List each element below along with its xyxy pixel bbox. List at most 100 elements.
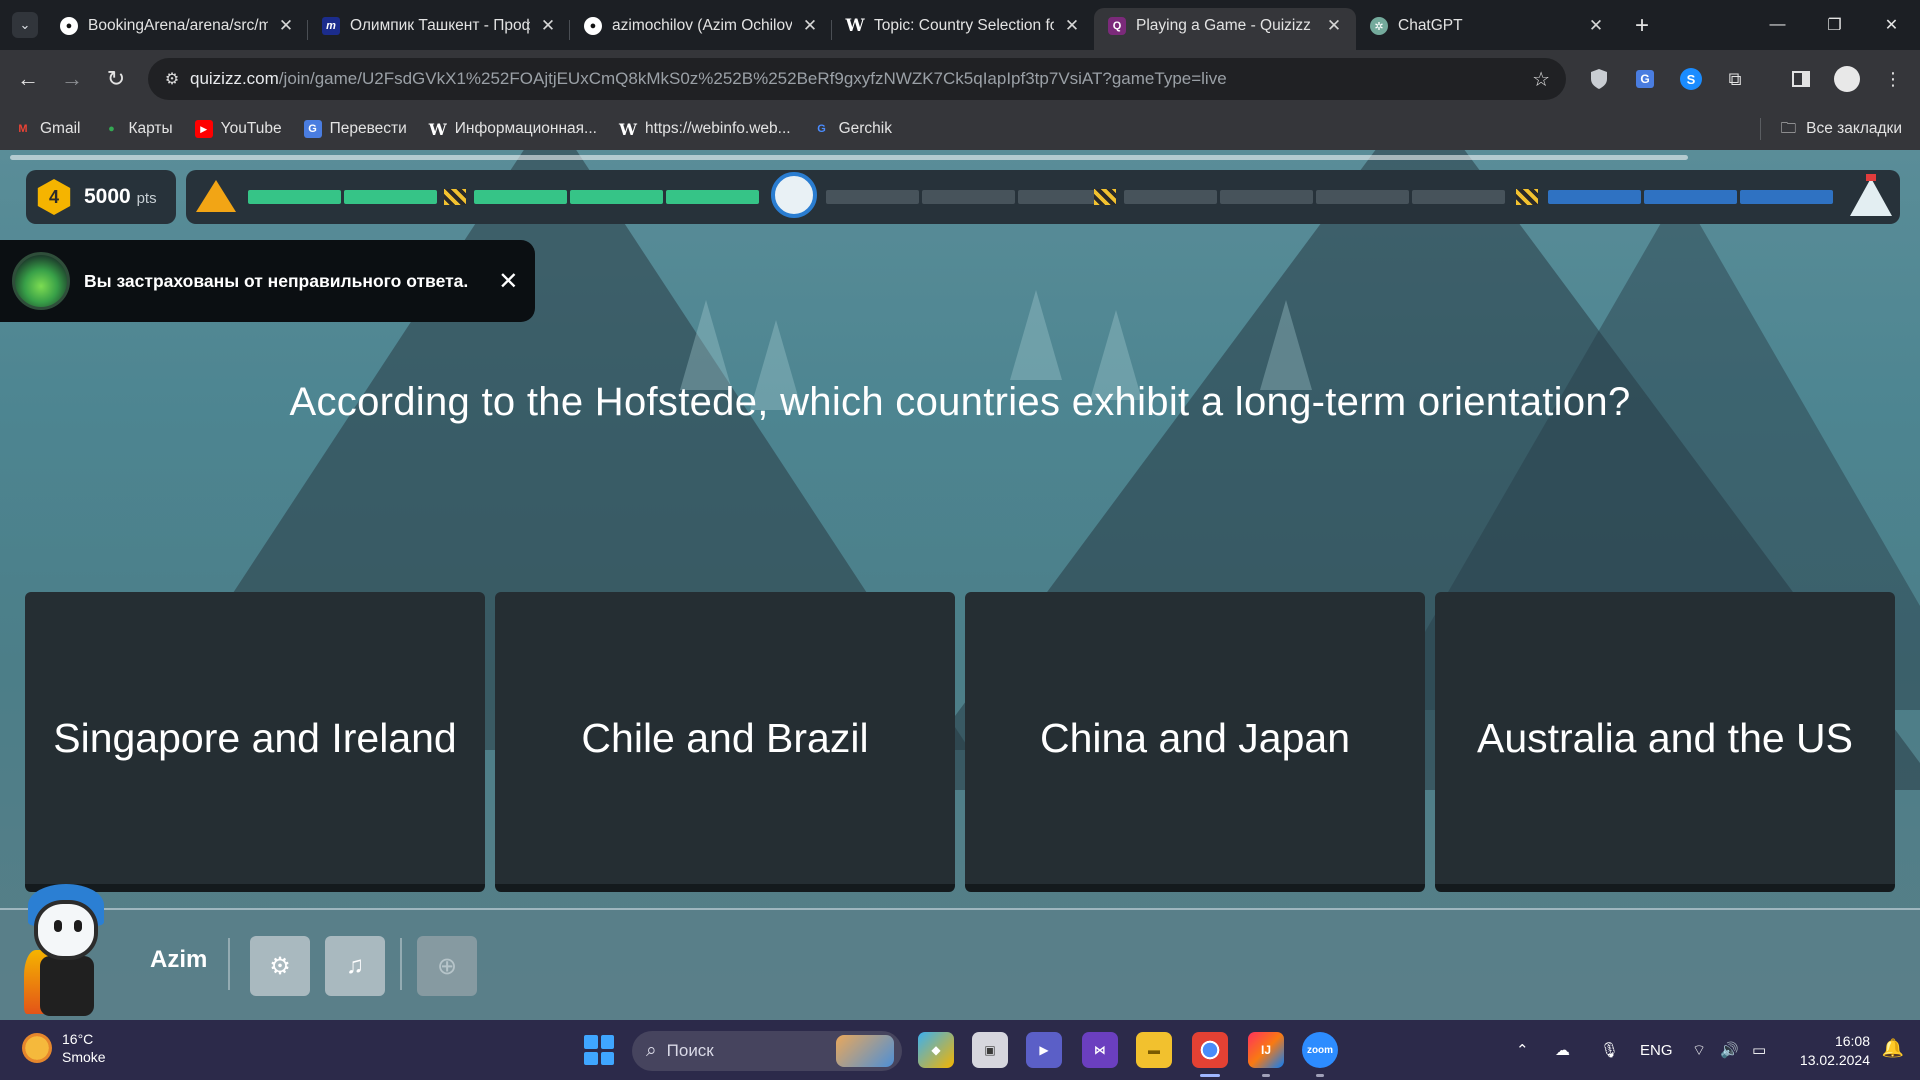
notification-bell-icon[interactable]: 🔔 xyxy=(1882,1038,1904,1059)
tab-title: BookingArena/arena/src/m xyxy=(88,17,268,34)
file-explorer-icon[interactable]: ▬ xyxy=(1136,1032,1172,1068)
progress-segment xyxy=(1412,190,1505,204)
close-icon[interactable]: ✕ xyxy=(1588,16,1604,36)
potion-icon xyxy=(12,252,70,310)
volume-icon[interactable]: 🔊 xyxy=(1720,1020,1739,1080)
streak-badge: 4 xyxy=(37,179,71,215)
weather-sun-icon xyxy=(22,1033,52,1063)
browser-toolbar: ← → ↻ ⚙ quizizz.com/join/game/U2FsdGVkX1… xyxy=(0,50,1920,108)
translate-extension-icon[interactable]: G xyxy=(1624,58,1666,100)
teams-icon[interactable]: ▶ xyxy=(1026,1032,1062,1068)
tree-shape xyxy=(680,300,732,390)
reload-icon: ↻ xyxy=(106,66,126,91)
copilot-icon[interactable]: ◆ xyxy=(918,1032,954,1068)
progress-segment xyxy=(248,190,341,204)
game-page: 4 5000 pts Вы застрахованы от неправильн… xyxy=(0,150,1920,1020)
tray-overflow-icon[interactable]: ⌃ xyxy=(1516,1020,1529,1080)
menu-kebab-icon[interactable]: ⋮ xyxy=(1872,58,1914,100)
answer-options: Singapore and Ireland Chile and Brazil C… xyxy=(25,592,1895,892)
bookmarks-bar: M Gmail ● Карты ▶ YouTube G Перевести W Инфор… xyxy=(0,108,1920,150)
answer-option-2[interactable]: Chile and Brazil xyxy=(495,592,955,892)
game-footer: Azim ⚙ ♫ ⊕ xyxy=(0,884,1920,1020)
reload-button[interactable]: ↻ xyxy=(94,57,138,101)
microphone-icon[interactable]: 🎙 xyxy=(1600,1020,1619,1080)
battery-icon[interactable]: ▭ xyxy=(1752,1020,1766,1080)
bookmark-star-icon[interactable]: ☆ xyxy=(1532,67,1550,92)
progress-segment xyxy=(826,190,919,204)
forward-button[interactable]: → xyxy=(50,57,94,101)
extensions-puzzle-icon[interactable]: ⧉ xyxy=(1714,58,1756,100)
bonus-segment xyxy=(1548,190,1641,204)
answer-option-4[interactable]: Australia and the US xyxy=(1435,592,1895,892)
bookmark-gmail[interactable]: M Gmail xyxy=(14,120,80,138)
music-toggle-button[interactable]: ♫ xyxy=(325,936,385,996)
gerchik-icon: G xyxy=(817,123,826,135)
wikipedia-icon: W xyxy=(428,119,447,139)
close-icon[interactable]: ✕ xyxy=(278,16,294,36)
answer-option-1[interactable]: Singapore and Ireland xyxy=(25,592,485,892)
close-icon[interactable]: ✕ xyxy=(802,16,818,36)
close-icon[interactable]: ✕ xyxy=(540,16,556,36)
browser-tab[interactable]: m Олимпик Ташкент - Проф ✕ xyxy=(308,8,570,50)
shield-extension-icon[interactable] xyxy=(1578,58,1620,100)
player-avatar xyxy=(18,880,114,1016)
toast-close-icon[interactable]: ✕ xyxy=(498,267,518,296)
settings-button[interactable]: ⚙ xyxy=(250,936,310,996)
translate-icon: G xyxy=(303,120,322,138)
bookmark-translate[interactable]: G Перевести xyxy=(303,120,407,138)
start-button[interactable] xyxy=(584,1035,614,1065)
answer-option-3[interactable]: China and Japan xyxy=(965,592,1425,892)
wifi-icon[interactable]: ⌔ xyxy=(1692,1020,1706,1080)
address-bar[interactable]: ⚙ quizizz.com/join/game/U2FsdGVkX1%252FO… xyxy=(148,58,1566,100)
bookmark-gerchik[interactable]: G Gerchik xyxy=(813,120,892,138)
close-icon[interactable]: ✕ xyxy=(1064,16,1080,36)
tab-title: Олимпик Ташкент - Проф xyxy=(350,17,530,34)
tab-search-button[interactable]: ⌄ xyxy=(12,12,38,38)
browser-tab-active[interactable]: Q Playing a Game - Quizizz ✕ xyxy=(1094,8,1356,50)
weather-widget[interactable]: 16°C Smoke xyxy=(22,1030,106,1066)
gmail-icon: M xyxy=(18,123,28,135)
points-display: 5000 pts xyxy=(84,185,157,208)
bookmark-webinfo[interactable]: Whttps://webinfo.web... xyxy=(619,120,791,139)
side-panel-icon[interactable] xyxy=(1780,58,1822,100)
onedrive-icon[interactable]: ☁ xyxy=(1555,1020,1570,1080)
question-text: According to the Hofstede, which countri… xyxy=(289,380,1631,424)
browser-tab[interactable]: ● BookingArena/arena/src/m ✕ xyxy=(46,8,308,50)
all-bookmarks-button[interactable]: 🗀 Все закладки xyxy=(1759,108,1902,150)
close-icon[interactable]: ✕ xyxy=(1326,16,1342,36)
browser-tab[interactable]: W Topic: Country Selection fo ✕ xyxy=(832,8,1094,50)
zoom-button[interactable]: ⊕ xyxy=(417,936,477,996)
github-icon: ● xyxy=(584,17,602,35)
chrome-icon[interactable] xyxy=(1192,1032,1228,1077)
window-controls: — ❐ ✕ xyxy=(1749,0,1920,50)
close-window-icon[interactable]: ✕ xyxy=(1863,0,1920,50)
zoom-app-icon[interactable]: zoom xyxy=(1302,1032,1338,1077)
tab-title: ChatGPT xyxy=(1398,17,1463,34)
powerup-toast: Вы застрахованы от неправильного ответа.… xyxy=(0,240,535,322)
taskbar-clock[interactable]: 16:08 13.02.2024 xyxy=(1800,1032,1870,1070)
minimize-icon[interactable]: — xyxy=(1749,0,1806,50)
back-button[interactable]: ← xyxy=(6,57,50,101)
browser-tab[interactable]: ✲ ChatGPT ✕ xyxy=(1356,8,1618,50)
chevron-down-icon: ⌄ xyxy=(19,17,31,32)
intellij-icon[interactable]: IJ xyxy=(1248,1032,1284,1077)
taskbar-search[interactable]: ⌕ Поиск xyxy=(632,1031,902,1071)
browser-tab[interactable]: ● azimochilov (Azim Ochilov) ✕ xyxy=(570,8,832,50)
folder-icon: 🗀 xyxy=(1780,119,1797,137)
task-view-icon[interactable]: ▣ xyxy=(972,1032,1008,1068)
bookmark-youtube[interactable]: ▶ YouTube xyxy=(194,120,282,138)
checkpoint-flag-icon xyxy=(1516,189,1538,205)
profile-avatar[interactable] xyxy=(1826,58,1868,100)
summit-icon xyxy=(1850,178,1892,216)
bookmark-maps[interactable]: ● Карты xyxy=(102,120,173,138)
bookmark-wikipedia[interactable]: W Информационная... xyxy=(428,119,597,139)
music-off-icon: ♫ xyxy=(346,952,364,979)
arrow-left-icon: ← xyxy=(17,66,39,91)
new-tab-button[interactable]: + xyxy=(1624,8,1660,44)
visual-studio-icon[interactable]: ⋈ xyxy=(1082,1032,1118,1068)
shazam-extension-icon[interactable]: S xyxy=(1670,58,1712,100)
toast-message: Вы застрахованы от неправильного ответа. xyxy=(84,270,469,291)
site-info-icon[interactable]: ⚙ xyxy=(154,61,190,97)
language-indicator[interactable]: ENG xyxy=(1640,1020,1673,1080)
restore-icon[interactable]: ❐ xyxy=(1806,0,1863,50)
